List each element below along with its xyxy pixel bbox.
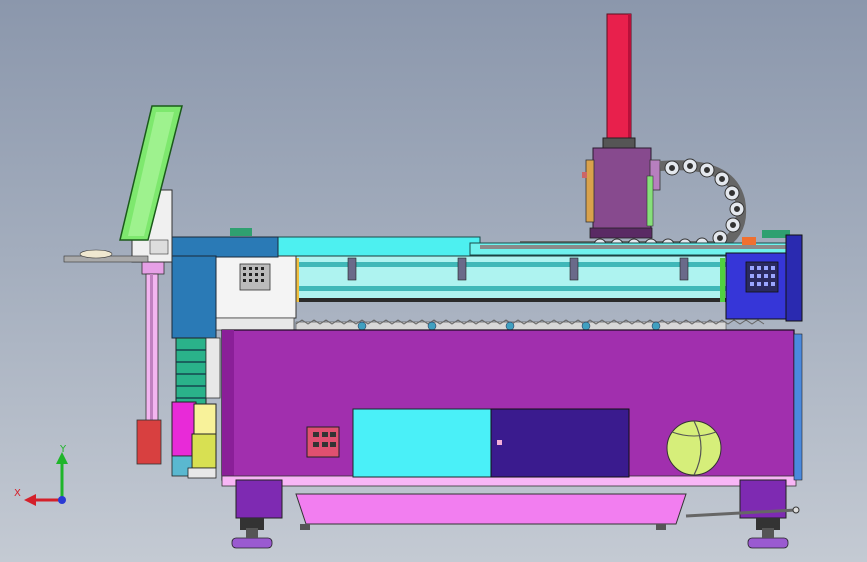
left-electrical-box <box>215 255 297 331</box>
access-door-navy <box>490 408 630 478</box>
laser-cutter-side-view: Y X <box>14 13 803 549</box>
z-axis-drive-bellows <box>171 337 221 479</box>
collection-tray <box>295 493 800 530</box>
top-crossbeam <box>230 228 791 258</box>
access-door-cyan <box>352 408 492 478</box>
control-button-panel <box>306 426 340 458</box>
laser-head <box>582 147 661 239</box>
y-axis-label: Y <box>59 444 67 455</box>
operator-console <box>63 105 183 263</box>
fiber-reel <box>666 420 722 476</box>
x-axis-label: X <box>14 488 21 499</box>
gantry-column <box>602 13 636 155</box>
axis-triad: Y X <box>14 444 68 506</box>
z-axis-point <box>58 496 66 504</box>
linear-rail-assembly <box>294 255 727 302</box>
cad-viewport[interactable]: Y X <box>0 0 867 562</box>
operator-pole <box>136 261 165 465</box>
